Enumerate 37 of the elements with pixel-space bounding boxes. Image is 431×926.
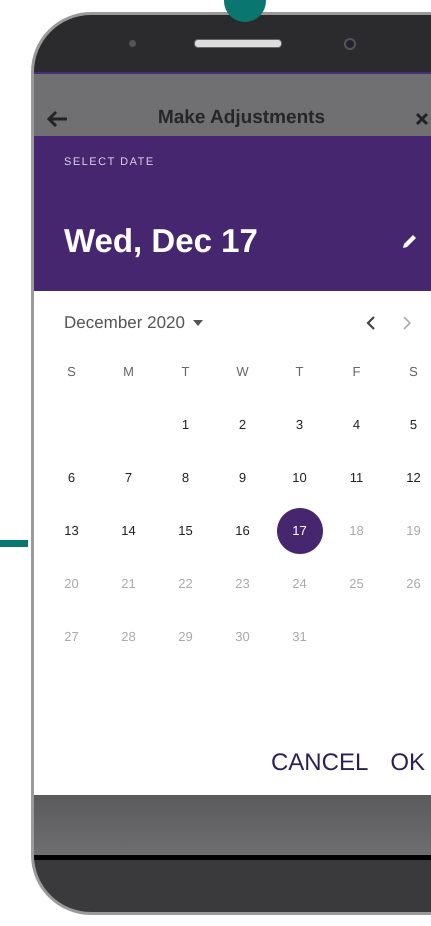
screen-title: Make Adjustments [156, 107, 326, 129]
weekday-label: T [182, 364, 190, 379]
calendar-day[interactable]: 6 [48, 454, 94, 500]
weekday-label: F [352, 364, 360, 379]
calendar-day[interactable]: 5 [390, 402, 431, 448]
dialog-button[interactable]: OK [390, 749, 425, 777]
calendar-day[interactable]: 4 [334, 402, 380, 448]
dialog-button[interactable]: CANCEL [270, 749, 368, 777]
pencil-icon[interactable] [401, 232, 419, 250]
calendar-day[interactable]: 16 [220, 508, 266, 554]
weekday-label: S [409, 364, 418, 379]
calendar-day[interactable]: 2 [220, 402, 266, 448]
calendar-day[interactable]: 12 [390, 454, 431, 500]
calendar-day[interactable]: 9 [220, 454, 266, 500]
weekday-label: W [236, 364, 249, 379]
calendar-day[interactable]: 15 [162, 508, 208, 554]
month-dropdown[interactable]: December 2020 [64, 313, 203, 333]
weekday-label: T [296, 364, 304, 379]
calendar-day[interactable]: 3 [276, 402, 322, 448]
calendar-day[interactable]: 13 [48, 508, 94, 554]
caret-icon [192, 320, 203, 326]
calendar-day[interactable]: 1 [162, 402, 208, 448]
picker-heading: SELECT DATE [64, 156, 156, 168]
back-arrow-icon[interactable] [46, 110, 68, 128]
selected-date: Wed, Dec 17 [64, 222, 259, 260]
sensor-icon [129, 40, 136, 47]
calendar-day[interactable]: 8 [162, 454, 208, 500]
speaker-grille-icon [194, 39, 282, 48]
calendar-day[interactable]: 17 [276, 508, 322, 554]
weekday-label: S [67, 364, 76, 379]
close-icon[interactable] [415, 112, 429, 126]
calendar-day[interactable]: 11 [334, 454, 380, 500]
calendar-day[interactable]: 14 [106, 508, 152, 554]
calendar-day[interactable]: 7 [106, 454, 152, 500]
calendar-day[interactable]: 10 [276, 454, 322, 500]
camera-icon [344, 38, 356, 50]
weekday-label: M [123, 364, 134, 379]
